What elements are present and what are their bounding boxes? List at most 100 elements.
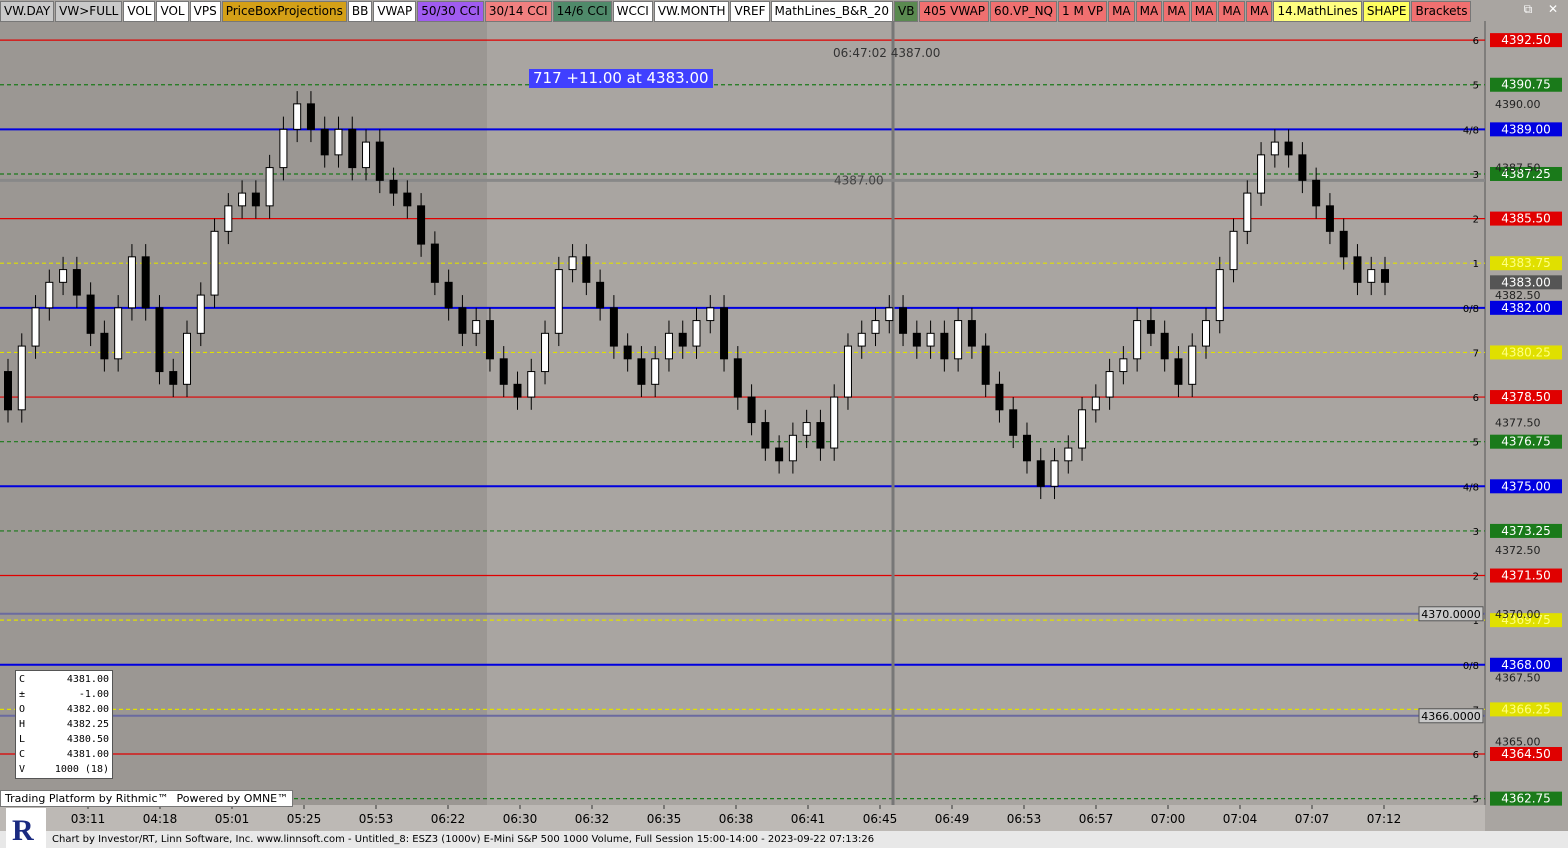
mathline-label-15: 4366.25 — [1501, 702, 1551, 716]
toolbar-item-5[interactable]: PriceBoxProjections — [221, 1, 347, 22]
candle-body — [554, 269, 563, 334]
candle-body — [678, 332, 687, 347]
x-tick-label-8: 06:35 — [647, 812, 682, 826]
candle-body — [1133, 320, 1142, 360]
candle-body — [843, 345, 852, 398]
candle-body — [1091, 396, 1100, 411]
candle-body — [885, 307, 894, 322]
window-controls[interactable]: ⧉ ✕ — [1524, 2, 1564, 17]
candle-body — [1201, 320, 1210, 347]
toolbar-item-9[interactable]: 30/14 CCI — [484, 1, 552, 22]
mathline-label-16: 4364.50 — [1501, 747, 1551, 761]
x-tick-label-13: 06:53 — [1007, 812, 1042, 826]
toolbar-item-20[interactable]: MA — [1135, 1, 1163, 22]
toolbar-item-4[interactable]: VPS — [189, 1, 221, 22]
toolbar-item-7[interactable]: VWAP — [373, 1, 417, 22]
candle-body — [1174, 358, 1183, 385]
candle-body — [4, 371, 12, 411]
candle-body — [265, 167, 274, 207]
svg-text:R: R — [12, 814, 34, 847]
toolbar-item-13[interactable]: VREF — [730, 1, 770, 22]
candle-body — [967, 320, 976, 347]
candle-body — [1188, 345, 1197, 385]
mathline-label-12: 4371.50 — [1501, 569, 1551, 583]
toolbar-item-23[interactable]: MA — [1218, 1, 1245, 22]
toolbar-item-2[interactable]: VOL — [123, 1, 156, 22]
y-tick-label-0: 4390.00 — [1495, 98, 1541, 111]
ohlc-key: H — [19, 719, 26, 730]
y-tick-label-7: 4365.00 — [1495, 735, 1541, 748]
candle-body — [1381, 269, 1389, 283]
x-tick-label-14: 06:57 — [1079, 812, 1114, 826]
toolbar-item-24[interactable]: MA — [1245, 1, 1273, 22]
candle-body — [499, 358, 508, 385]
candle-body — [403, 192, 412, 207]
mathline-label-17: 4362.75 — [1501, 792, 1551, 806]
candle-body — [1105, 371, 1114, 398]
current-price-label: 4383.00 — [1501, 275, 1551, 289]
candle-body — [1284, 141, 1293, 156]
toolbar-item-6[interactable]: BB — [347, 1, 373, 22]
toolbar-item-8[interactable]: 50/30 CCI — [417, 1, 484, 22]
toolbar-item-10[interactable]: 14/6 CCI — [552, 1, 612, 22]
rithmic-credit[interactable]: Trading Platform by Rithmic™ — [5, 791, 169, 806]
candle-body — [1064, 447, 1073, 462]
candle-body — [141, 256, 150, 309]
mathline-label-4: 4385.50 — [1501, 212, 1551, 226]
toolbar-item-12[interactable]: VW.MONTH — [653, 1, 730, 22]
ohlc-value: 4380.50 — [66, 734, 109, 745]
mathline-tag-17: 5 — [1473, 795, 1479, 806]
mathline-tag-5: 1 — [1473, 259, 1479, 270]
candle-body — [568, 256, 577, 271]
candle-body — [747, 396, 756, 424]
toolbar-item-26[interactable]: SHAPE — [1362, 1, 1411, 22]
candle-body — [348, 128, 357, 169]
x-tick-label-5: 06:22 — [431, 812, 466, 826]
candle-body — [458, 307, 467, 334]
ohlc-key: ± — [19, 689, 26, 700]
candle-body — [196, 294, 205, 334]
candle-body — [31, 307, 40, 347]
toolbar-item-15[interactable]: VB — [894, 1, 919, 22]
candle-body — [306, 103, 315, 130]
candle-body — [706, 307, 715, 322]
mathline-label-8: 4378.50 — [1501, 390, 1551, 404]
candle-body — [251, 192, 260, 207]
ohlc-value: 4381.00 — [66, 749, 109, 760]
toolbar-item-25[interactable]: 14.MathLines — [1273, 1, 1362, 22]
toolbar-item-27[interactable]: Brackets — [1411, 1, 1472, 22]
y-tick-label-6: 4367.50 — [1495, 672, 1541, 685]
mathline-tag-7: 7 — [1473, 348, 1479, 359]
candle-body — [651, 358, 660, 385]
x-tick-label-0: 03:11 — [71, 812, 106, 826]
candle-body — [183, 332, 192, 385]
toolbar-item-16[interactable]: 405 VWAP — [919, 1, 990, 22]
y-tick-label-5: 4370.00 — [1495, 608, 1541, 621]
candle-body — [623, 345, 632, 360]
mathline-tag-2: 4/8 — [1463, 125, 1479, 136]
toolbar-item-19[interactable]: MA — [1108, 1, 1135, 22]
toolbar-item-11[interactable]: WCCI — [612, 1, 653, 22]
toolbar-item-22[interactable]: MA — [1190, 1, 1218, 22]
toolbar-item-21[interactable]: MA — [1163, 1, 1190, 22]
toolbar-item-18[interactable]: 1 M VP — [1058, 1, 1108, 22]
toolbar-item-1[interactable]: VW>FULL — [55, 1, 123, 22]
ohlc-value: 4382.25 — [66, 719, 109, 730]
toolbar-item-14[interactable]: MathLines_B&R_20 — [770, 1, 893, 22]
y-tick-label-3: 4377.50 — [1495, 417, 1541, 430]
mathline-label-10: 4375.00 — [1501, 479, 1551, 493]
candle-body — [127, 256, 136, 309]
price-chart[interactable]: 6 4392.505 4390.754/8 4389.003 4387.252 4385.… — [0, 0, 1568, 848]
investor-rt-logo-icon: R — [6, 808, 46, 848]
toolbar-item-3[interactable]: VOL — [156, 1, 189, 22]
platform-credit-bar[interactable]: Trading Platform by Rithmic™ Powered by … — [0, 790, 294, 807]
candle-body — [1078, 409, 1087, 449]
candle-body — [733, 358, 742, 398]
toolbar-item-17[interactable]: 60.VP_NQ — [990, 1, 1057, 22]
mathline-tag-8: 6 — [1473, 393, 1479, 404]
toolbar-item-0[interactable]: VW.DAY — [0, 1, 55, 22]
omne-credit[interactable]: Powered by OMNE™ — [177, 791, 289, 806]
candle-body — [802, 422, 811, 436]
x-tick-label-3: 05:25 — [287, 812, 322, 826]
x-tick-label-12: 06:49 — [935, 812, 970, 826]
